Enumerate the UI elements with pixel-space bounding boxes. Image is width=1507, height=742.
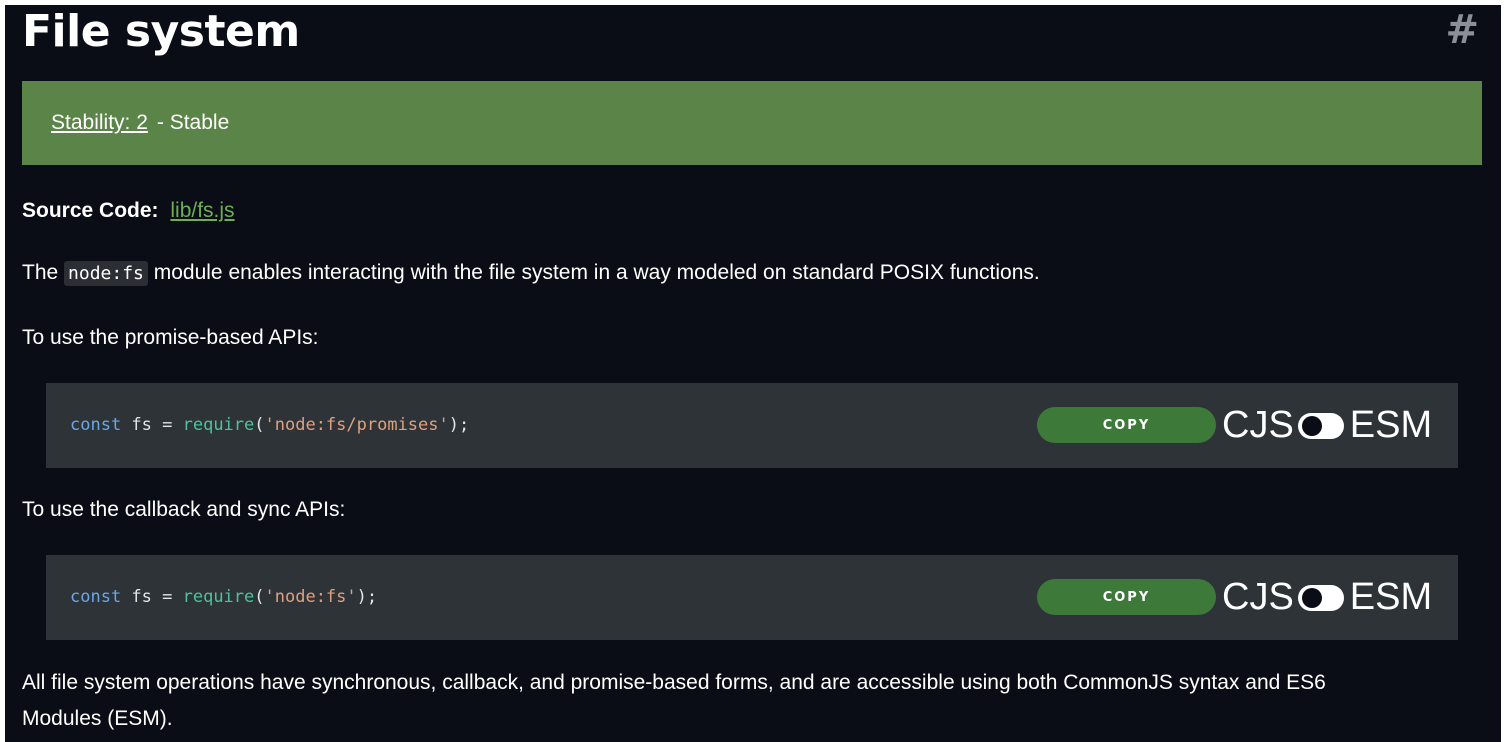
code-keyword: const [70, 587, 122, 607]
summary-line-2: Modules (ESM). [22, 707, 173, 730]
page-title: File system [22, 6, 300, 57]
toggle-label-cjs: CJS [1222, 576, 1294, 618]
toggle-switch[interactable] [1297, 412, 1344, 439]
module-format-toggle[interactable]: CJS ESM [1222, 555, 1432, 640]
toggle-switch[interactable] [1297, 584, 1344, 611]
code-keyword: const [70, 415, 122, 435]
code-paren-close: ); [356, 587, 378, 607]
toggle-label-esm: ESM [1349, 404, 1433, 446]
promise-api-heading: To use the promise-based APIs: [22, 326, 319, 349]
toggle-knob [1301, 415, 1322, 436]
callback-api-heading: To use the callback and sync APIs: [22, 498, 346, 521]
code-block-callback: const fs = require('node:fs'); COPY CJS … [46, 555, 1458, 640]
stability-banner: Stability: 2 - Stable [22, 81, 1482, 165]
code-paren-open: ( [254, 587, 265, 607]
intro-text-before: The [22, 261, 59, 284]
intro-paragraph: The node:fs module enables interacting w… [22, 256, 1040, 291]
code-var: fs = [121, 415, 183, 435]
module-format-toggle[interactable]: CJS ESM [1222, 383, 1432, 468]
docs-page: File system # Stability: 2 - Stable Sour… [5, 5, 1501, 742]
code-function: require [182, 415, 255, 435]
stability-link[interactable]: Stability: 2 [51, 111, 148, 135]
toggle-label-cjs: CJS [1222, 404, 1294, 446]
code-line: const fs = require('node:fs/promises'); [70, 383, 469, 468]
source-code-line: Source Code: lib/fs.js [22, 194, 235, 228]
source-code-link[interactable]: lib/fs.js [170, 199, 234, 222]
inline-code-module: node:fs [64, 261, 148, 286]
intro-text-after: module enables interacting with the file… [153, 261, 1040, 284]
code-block-promises: const fs = require('node:fs/promises'); … [46, 383, 1458, 468]
code-var: fs = [121, 587, 183, 607]
code-paren-close: ); [448, 415, 470, 435]
copy-button[interactable]: COPY [1037, 579, 1216, 615]
source-code-label: Source Code: [22, 199, 159, 222]
stability-text: - Stable [156, 111, 230, 134]
code-string: 'node:fs' [264, 587, 357, 607]
toggle-label-esm: ESM [1349, 576, 1433, 618]
toggle-knob [1301, 587, 1322, 608]
summary-line-1: All file system operations have synchron… [22, 671, 1326, 694]
copy-button[interactable]: COPY [1037, 407, 1216, 443]
code-line: const fs = require('node:fs'); [70, 555, 377, 640]
code-string: 'node:fs/promises' [264, 415, 449, 435]
code-function: require [182, 587, 255, 607]
code-paren-open: ( [254, 415, 265, 435]
section-anchor-link[interactable]: # [1445, 5, 1479, 55]
